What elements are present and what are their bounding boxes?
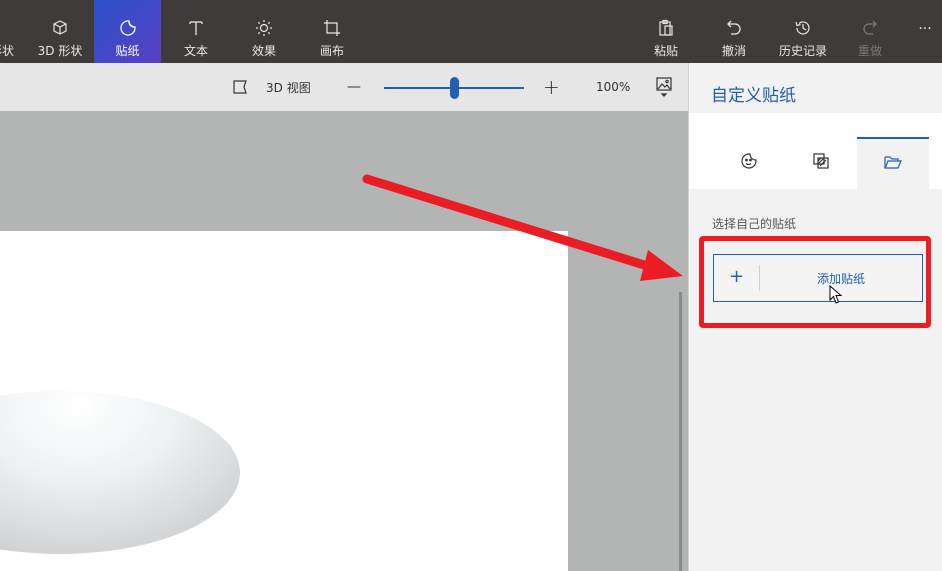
clipboard-icon (657, 16, 675, 40)
tool-stickers[interactable]: 贴纸 (94, 0, 161, 63)
texture-icon (812, 152, 830, 174)
undo-button[interactable]: 撤消 (708, 0, 760, 63)
sun-icon (255, 16, 273, 40)
tool-label: 效果 (251, 44, 276, 58)
tool-canvas[interactable]: 画布 (304, 0, 360, 63)
sticker-icon (119, 16, 137, 40)
image-view-button[interactable] (655, 63, 673, 111)
view-3d-label: 3D 视图 (266, 80, 311, 95)
cube-icon (51, 16, 69, 40)
emoji-face-icon (740, 152, 758, 174)
view-3d-toggle[interactable]: 3D 视图 (232, 63, 311, 111)
tool-label: 粘贴 (653, 44, 678, 58)
crop-icon (323, 16, 341, 40)
minus-icon: — (347, 79, 361, 95)
more-dots-icon: ··· (918, 20, 932, 37)
tool-label: 撤消 (721, 44, 746, 58)
sticker-tabs (689, 113, 942, 189)
tool-label: 文本 (183, 44, 208, 58)
top-toolbar: 形状 3D 形状 贴纸 文本 (0, 0, 942, 63)
folder-open-icon (884, 154, 902, 174)
history-clock-icon (794, 16, 812, 40)
zoom-in-button[interactable]: + (543, 63, 560, 111)
vertical-scrollbar[interactable] (679, 292, 682, 571)
panel-title: 自定义贴纸 (711, 86, 796, 106)
tool-text[interactable]: 文本 (168, 0, 224, 63)
tool-label: 重做 (857, 44, 882, 58)
tool-label: 历史记录 (778, 44, 827, 58)
red-highlight-box (699, 236, 931, 328)
zoom-out-button[interactable]: — (347, 63, 361, 111)
tool-3d-shapes[interactable]: 3D 形状 (30, 0, 90, 63)
more-button[interactable]: ··· (908, 0, 942, 63)
tool-2d-shapes[interactable]: 形状 (0, 0, 18, 63)
text-t-icon (187, 16, 205, 40)
tool-effects[interactable]: 效果 (236, 0, 292, 63)
redo-button[interactable]: 重做 (844, 0, 896, 63)
tool-label: 3D 形状 (37, 44, 83, 58)
zoom-level: 100% (596, 63, 630, 111)
plus-icon: + (543, 75, 560, 99)
tab-sticker-faces[interactable] (713, 137, 785, 189)
image-icon (655, 76, 673, 98)
drawing-canvas[interactable] (0, 231, 568, 571)
tab-sticker-custom[interactable] (857, 137, 929, 189)
zoom-slider-thumb[interactable] (449, 77, 459, 99)
mouse-pointer-icon (829, 285, 843, 304)
custom-sticker-panel: 自定义贴纸 选择自己的贴纸 + 添加贴纸 (688, 63, 942, 571)
paste-button[interactable]: 粘贴 (640, 0, 692, 63)
3d-shape-object[interactable] (0, 391, 240, 554)
zoom-level-text: 100% (596, 80, 631, 94)
view-bar (0, 63, 688, 111)
tool-label: 画布 (319, 44, 344, 58)
tool-label: 形状 (0, 44, 14, 58)
undo-icon (725, 16, 743, 40)
flag-icon (232, 79, 250, 95)
history-button[interactable]: 历史记录 (772, 0, 834, 63)
redo-icon (861, 16, 879, 40)
tool-label: 贴纸 (115, 44, 140, 58)
section-label: 选择自己的贴纸 (712, 217, 797, 231)
tab-sticker-textures[interactable] (785, 137, 857, 189)
